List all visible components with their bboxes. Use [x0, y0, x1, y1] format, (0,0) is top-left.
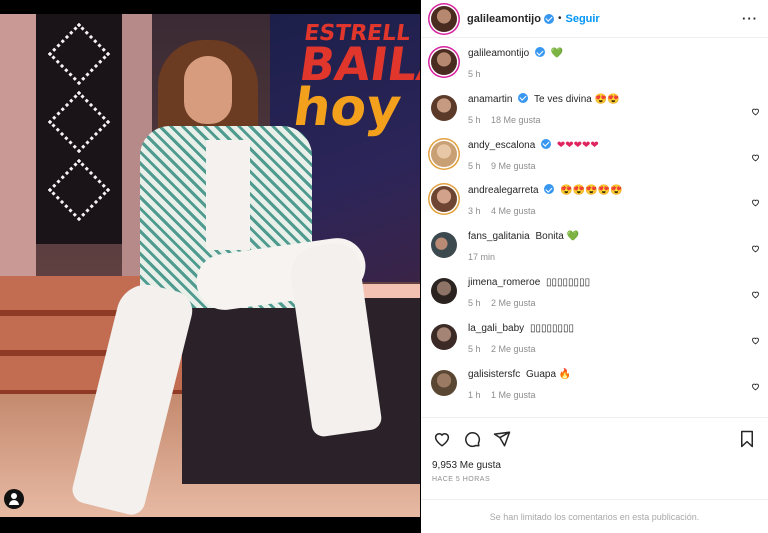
comment-likes[interactable]: 1 Me gusta [491, 390, 536, 400]
comment-likes[interactable]: 9 Me gusta [491, 161, 536, 171]
commenter-avatar[interactable] [431, 369, 457, 396]
comment-username[interactable]: galisistersfc [468, 369, 520, 380]
light-diamond [47, 158, 111, 222]
comment-likes[interactable]: 2 Me gusta [491, 298, 536, 308]
comment-time: 5 h [468, 343, 481, 354]
photo-light-panel [36, 14, 122, 244]
comment-time: 1 h [468, 389, 481, 400]
comments-list[interactable]: galileamontijo 💚 5 h anamartin Te ves di… [421, 39, 768, 417]
verified-badge-icon [544, 184, 555, 195]
comment-text: Bonita 💚 [535, 231, 580, 243]
caption-text: 💚 [550, 48, 564, 59]
post-actions: 9,953 Me gusta HACE 5 HORAS [421, 417, 768, 499]
comment-row: galisistersfc Guapa 🔥 1 h 1 Me gusta [421, 360, 768, 406]
commenter-avatar[interactable] [431, 94, 457, 121]
comment-like-heart-icon[interactable] [751, 382, 760, 391]
comments-limited-notice: Se han limitado los comentarios en esta … [421, 499, 768, 533]
bookmark-icon[interactable] [737, 429, 757, 449]
comment-like-heart-icon[interactable] [751, 107, 760, 116]
caption-avatar[interactable] [431, 49, 457, 75]
comment-time: 5 h [468, 297, 481, 308]
light-diamond [47, 90, 111, 154]
comment-username[interactable]: fans_galitania [468, 231, 530, 242]
separator-dot: • [557, 13, 562, 24]
comment-username[interactable]: andrealegarreta [468, 185, 539, 196]
commenter-avatar[interactable] [431, 232, 457, 259]
comment-time: 5 h [468, 160, 481, 171]
comment-time: 3 h [468, 206, 481, 217]
comment-username[interactable]: andy_escalona [468, 140, 535, 151]
comment-likes[interactable]: 18 Me gusta [491, 115, 541, 125]
commenter-avatar[interactable] [431, 323, 457, 350]
commenter-avatar[interactable] [431, 140, 457, 167]
commenter-avatar[interactable] [431, 186, 457, 213]
comment-row: anamartin Te ves divina 😍😍 5 h 18 Me gus… [421, 85, 768, 131]
comment-likes[interactable]: 4 Me gusta [491, 206, 536, 216]
comment-like-heart-icon[interactable] [751, 244, 760, 253]
comment-row: la_gali_baby ▯▯▯▯▯▯▯▯ 5 h 2 Me gusta [421, 314, 768, 360]
figure-face [184, 56, 232, 124]
comment-row: fans_galitania Bonita 💚 17 min [421, 222, 768, 268]
comment-like-heart-icon[interactable] [751, 198, 760, 207]
author-username[interactable]: galileamontijo [467, 13, 541, 25]
follow-button[interactable]: Seguir [565, 13, 599, 25]
post-timestamp: HACE 5 HORAS [432, 476, 491, 483]
caption: galileamontijo 💚 5 h [421, 39, 768, 85]
comment-text: ❤❤❤❤❤ [556, 139, 599, 151]
comment-text: ▯▯▯▯▯▯▯▯ [529, 322, 574, 334]
heart-outline-icon[interactable] [432, 429, 452, 449]
comment-time: 5 h [468, 114, 481, 125]
comment-like-heart-icon[interactable] [751, 336, 760, 345]
caption-time: 5 h [468, 69, 481, 79]
verified-badge-icon [543, 13, 554, 24]
action-bar [432, 428, 757, 450]
comment-username[interactable]: anamartin [468, 94, 512, 105]
verified-badge-icon [534, 47, 545, 57]
commenter-avatar[interactable] [431, 277, 457, 304]
verified-badge-icon [541, 138, 552, 149]
photo-backdrop-wall [0, 14, 36, 276]
paper-plane-icon[interactable] [492, 429, 512, 449]
sign-line-3: hoy [289, 78, 405, 139]
author-avatar[interactable] [431, 5, 457, 32]
light-diamond [47, 22, 111, 86]
comment-text: Guapa 🔥 [526, 368, 572, 380]
comment-username[interactable]: jimena_romeroe [468, 277, 540, 288]
comment-time: 17 min [468, 252, 496, 263]
more-options-icon[interactable]: ··· [742, 11, 758, 26]
comment-like-heart-icon[interactable] [751, 153, 760, 162]
post-side-panel: galileamontijo • Seguir ··· galileamonti… [421, 0, 768, 533]
comment-likes[interactable]: 2 Me gusta [491, 344, 536, 354]
figure-top [206, 140, 250, 250]
comment-text: ▯▯▯▯▯▯▯▯ [546, 276, 591, 288]
comment-username[interactable]: la_gali_baby [468, 323, 524, 334]
comment-row: andy_escalona ❤❤❤❤❤ 5 h 9 Me gusta [421, 131, 768, 177]
likes-count[interactable]: 9,953 Me gusta [432, 460, 757, 471]
tagged-user-icon[interactable] [4, 489, 24, 509]
verified-badge-icon [518, 92, 529, 103]
comment-text: Te ves divina 😍😍 [534, 93, 620, 105]
caption-username[interactable]: galileamontijo [468, 48, 529, 59]
post-header: galileamontijo • Seguir ··· [421, 0, 768, 38]
comment-bubble-icon[interactable] [462, 429, 482, 449]
comment-text: 😍😍😍😍😍 [560, 185, 623, 197]
comment-row: andrealegarreta 😍😍😍😍😍 3 h 4 Me gusta [421, 176, 768, 222]
comment-row: jimena_romeroe ▯▯▯▯▯▯▯▯ 5 h 2 Me gusta [421, 268, 768, 314]
comment-like-heart-icon[interactable] [751, 290, 760, 299]
post-photo[interactable]: ESTRELL BAILA hoy [0, 14, 420, 517]
photo-show-sign: ESTRELL BAILA hoy [289, 21, 420, 139]
